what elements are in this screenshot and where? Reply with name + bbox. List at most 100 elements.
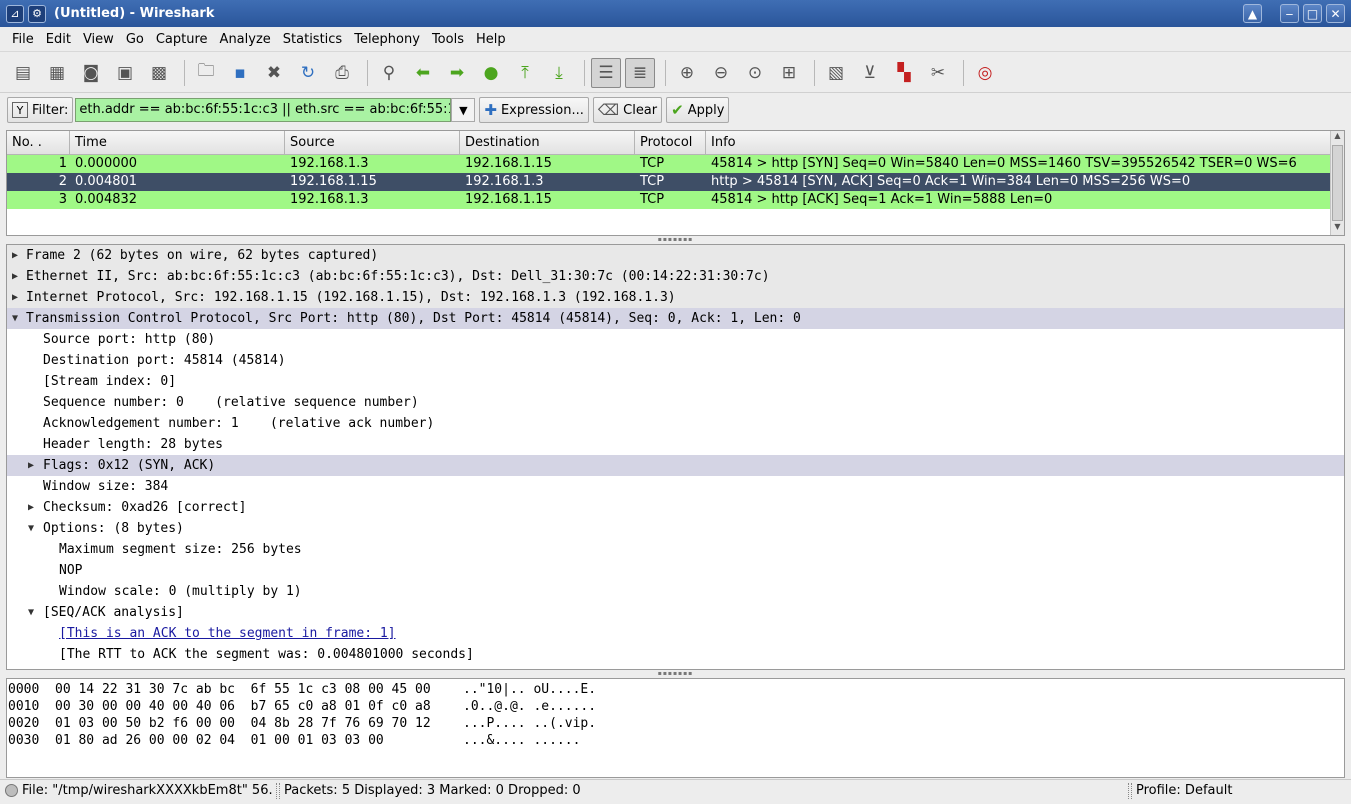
hex-row[interactable]: 0010 00 30 00 00 40 00 40 06 b7 65 c0 a8… [7,698,1344,715]
expand-icon[interactable]: ▶ [7,266,23,287]
tree-item-frame[interactable]: ▶ Frame 2 (62 bytes on wire, 62 bytes ca… [7,245,1344,266]
collapse-icon[interactable]: ▼ [23,518,39,539]
hex-bytes[interactable]: 00 14 22 31 30 7c ab bc 6f 55 1c c3 08 0… [55,681,463,698]
tree-item-ethernet[interactable]: ▶ Ethernet II, Src: ab:bc:6f:55:1c:c3 (a… [7,266,1344,287]
zoom-in-icon[interactable]: ⊕ [672,58,702,88]
find-packet-icon[interactable]: ⚲ [374,58,404,88]
column-header-info[interactable]: Info [706,131,1344,154]
start-capture-icon[interactable]: ◙ [76,58,106,88]
go-to-packet-icon[interactable]: ● [476,58,506,88]
tree-item-field[interactable]: Source port: http (80) [7,329,1344,350]
capture-filters-icon[interactable]: ▧ [821,58,851,88]
packet-list-scrollbar[interactable]: ▲ ▼ [1330,131,1344,235]
close-file-icon[interactable]: ✖ [259,58,289,88]
menu-capture[interactable]: Capture [150,32,214,47]
pane-splitter[interactable]: ▪▪▪▪▪▪▪ [0,237,1351,243]
tree-item-options[interactable]: ▼ Options: (8 bytes) [7,518,1344,539]
packet-row-selected[interactable]: 2 0.004801 192.168.1.15 192.168.1.3 TCP … [7,173,1344,191]
window-menu-icon[interactable]: ⚙ [28,4,46,23]
resize-columns-icon[interactable]: ⊞ [774,58,804,88]
tree-item-field[interactable]: Sequence number: 0 (relative sequence nu… [7,392,1344,413]
tree-item-field[interactable]: [The RTT to ACK the segment was: 0.00480… [7,644,1344,665]
expand-icon[interactable]: ▶ [23,455,39,476]
stop-capture-icon[interactable]: ▣ [110,58,140,88]
menu-view[interactable]: View [77,32,120,47]
packet-row[interactable]: 1 0.000000 192.168.1.3 192.168.1.15 TCP … [7,155,1344,173]
menu-statistics[interactable]: Statistics [277,32,348,47]
pane-splitter[interactable]: ▪▪▪▪▪▪▪ [0,671,1351,677]
tree-item-field[interactable]: [Stream index: 0] [7,371,1344,392]
go-back-icon[interactable]: ⬅ [408,58,438,88]
save-file-icon[interactable]: ▪ [225,58,255,88]
tree-item-field[interactable]: Destination port: 45814 (45814) [7,350,1344,371]
column-header-destination[interactable]: Destination [460,131,635,154]
tree-item-tcp[interactable]: ▼ Transmission Control Protocol, Src Por… [7,308,1344,329]
hex-ascii[interactable]: .0..@.@. .e...... [463,698,663,715]
tree-item-field[interactable]: NOP [7,560,1344,581]
open-file-icon[interactable]: 🗀 [191,58,221,88]
menu-go[interactable]: Go [120,32,150,47]
hex-bytes[interactable]: 00 30 00 00 40 00 40 06 b7 65 c0 a8 01 0… [55,698,463,715]
menu-edit[interactable]: Edit [40,32,77,47]
expand-icon[interactable]: ▶ [7,287,23,308]
column-header-no[interactable]: No. . [7,131,70,154]
status-profile[interactable]: Profile: Default [1136,783,1232,798]
app-icon[interactable]: ⊿ [6,4,24,23]
shade-button[interactable]: ▲ [1243,4,1262,23]
interfaces-icon[interactable]: ▤ [8,58,38,88]
menu-help[interactable]: Help [470,32,512,47]
menu-file[interactable]: File [6,32,40,47]
collapse-icon[interactable]: ▼ [23,602,39,623]
scroll-up-icon[interactable]: ▲ [1331,131,1344,144]
status-separator[interactable] [276,782,280,799]
hex-row[interactable]: 0020 01 03 00 50 b2 f6 00 00 04 8b 28 7f… [7,715,1344,732]
tree-item-flags[interactable]: ▶ Flags: 0x12 (SYN, ACK) [7,455,1344,476]
menu-telephony[interactable]: Telephony [348,32,426,47]
scroll-down-icon[interactable]: ▼ [1331,222,1344,235]
capture-options-icon[interactable]: ▦ [42,58,72,88]
help-icon[interactable]: ◎ [970,58,1000,88]
menu-tools[interactable]: Tools [426,32,470,47]
tree-item-ip[interactable]: ▶ Internet Protocol, Src: 192.168.1.15 (… [7,287,1344,308]
hex-ascii[interactable]: ...P.... ..(.vip. [463,715,663,732]
menu-analyze[interactable]: Analyze [214,32,277,47]
ack-frame-link[interactable]: [This is an ACK to the segment in frame:… [59,623,396,644]
clear-button[interactable]: ⌫ Clear [592,97,663,123]
tree-item-field[interactable]: Window size: 384 [7,476,1344,497]
column-header-time[interactable]: Time [70,131,285,154]
hex-bytes[interactable]: 01 80 ad 26 00 00 02 04 01 00 01 03 03 0… [55,732,463,749]
hex-row[interactable]: 0000 00 14 22 31 30 7c ab bc 6f 55 1c c3… [7,681,1344,698]
tree-item-field[interactable]: Maximum segment size: 256 bytes [7,539,1344,560]
go-forward-icon[interactable]: ➡ [442,58,472,88]
column-header-source[interactable]: Source [285,131,460,154]
go-first-icon[interactable]: ⤒ [510,58,540,88]
go-last-icon[interactable]: ⤓ [544,58,574,88]
print-icon[interactable]: ⎙ [327,58,357,88]
display-filters-icon[interactable]: ⊻ [855,58,885,88]
hex-ascii[interactable]: .."10|.. oU....E. [463,681,663,698]
tree-item-seq-ack-analysis[interactable]: ▼ [SEQ/ACK analysis] [7,602,1344,623]
expression-button[interactable]: ✚ Expression... [479,97,589,123]
packet-row[interactable]: 3 0.004832 192.168.1.3 192.168.1.15 TCP … [7,191,1344,209]
restart-capture-icon[interactable]: ▩ [144,58,174,88]
tree-item-field[interactable]: Window scale: 0 (multiply by 1) [7,581,1344,602]
tree-item-field[interactable]: Header length: 28 bytes [7,434,1344,455]
apply-button[interactable]: ✔ Apply [666,97,730,123]
reload-icon[interactable]: ↻ [293,58,323,88]
close-button[interactable]: ✕ [1326,4,1345,23]
hex-bytes[interactable]: 01 03 00 50 b2 f6 00 00 04 8b 28 7f 76 6… [55,715,463,732]
tree-item-ack-frame-link[interactable]: [This is an ACK to the segment in frame:… [7,623,1344,644]
filter-dropdown-icon[interactable]: ▼ [451,98,476,122]
colorize-icon[interactable]: ☰ [591,57,621,88]
expand-icon[interactable]: ▶ [7,245,23,266]
filter-input[interactable]: eth.addr == ab:bc:6f:55:1c:c3 || eth.src… [75,98,452,122]
expert-info-icon[interactable] [5,784,18,797]
preferences-icon[interactable]: ✂ [923,58,953,88]
column-header-protocol[interactable]: Protocol [635,131,706,154]
collapse-icon[interactable]: ▼ [7,308,23,329]
auto-scroll-icon[interactable]: ≣ [625,57,655,88]
maximize-button[interactable]: □ [1303,4,1322,23]
tree-item-field[interactable]: Acknowledgement number: 1 (relative ack … [7,413,1344,434]
filter-button[interactable]: Y Filter: [7,97,74,123]
scrollbar-thumb[interactable] [1332,145,1343,221]
